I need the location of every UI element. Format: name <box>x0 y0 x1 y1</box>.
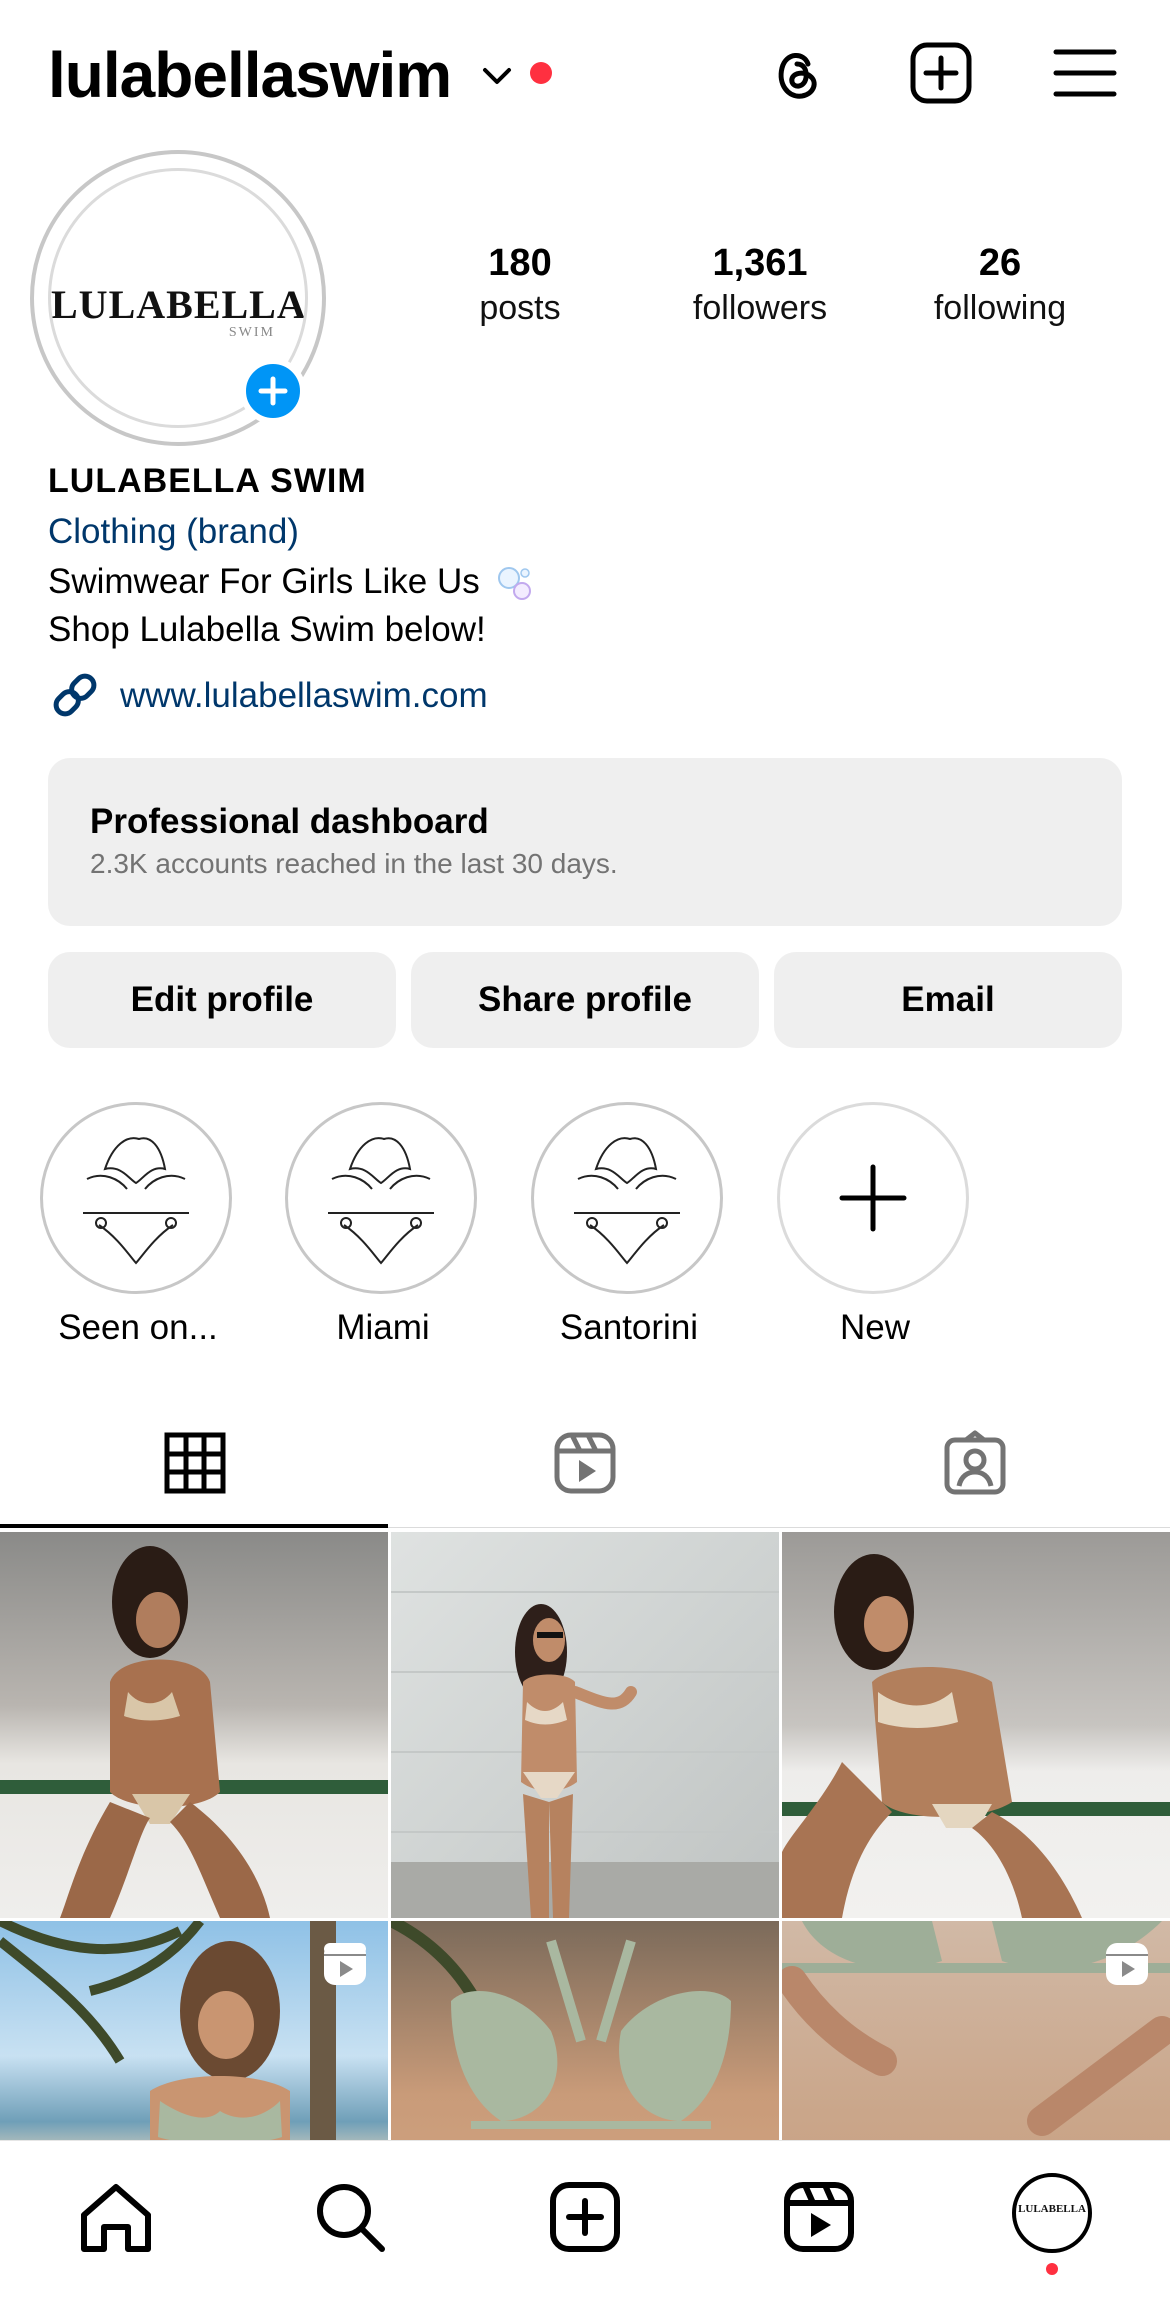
create-icon[interactable] <box>545 2177 625 2257</box>
tab-reels[interactable] <box>390 1400 780 1530</box>
profile-header: lulabellaswim <box>0 0 1170 150</box>
category-label[interactable]: Clothing (brand) <box>48 512 299 552</box>
share-profile-button[interactable]: Share profile <box>411 952 759 1048</box>
followers-number: 1,361 <box>712 242 808 284</box>
avatar-logo-text: LULABELLA <box>51 282 307 327</box>
post-thumbnail[interactable] <box>782 1921 1170 2140</box>
post-thumbnail[interactable] <box>391 1921 779 2140</box>
new-highlight-button <box>777 1102 969 1294</box>
nav-avatar-logo: LULABELLA <box>1018 2203 1086 2215</box>
highlight-santorini[interactable]: Santorini <box>531 1102 727 1348</box>
highlight-label: Seen on... <box>58 1308 218 1347</box>
highlight-label: Miami <box>336 1308 430 1347</box>
highlight-label: New <box>839 1308 911 1347</box>
posts-label: posts <box>479 289 561 327</box>
bikini-sketch-icon <box>328 1137 434 1265</box>
highlight-cover <box>531 1102 723 1294</box>
bikini-sketch-icon <box>574 1137 680 1265</box>
highlight-cover <box>40 1102 232 1294</box>
bubbles-emoji-icon <box>495 564 535 604</box>
dashboard-subtitle: 2.3K accounts reached in the last 30 day… <box>90 848 618 879</box>
following-label: following <box>933 289 1067 327</box>
reels-icon[interactable] <box>779 2177 859 2257</box>
bottom-navigation: LULABELLA <box>0 2140 1170 2306</box>
reels-icon <box>554 1432 616 1494</box>
full-name: LULABELLA SWIM <box>48 462 367 500</box>
highlight-new[interactable]: New <box>777 1102 973 1348</box>
grid-icon <box>164 1432 226 1494</box>
bio-text-1: Swimwear For Girls Like Us <box>48 562 480 601</box>
tagged-icon <box>944 1430 1006 1495</box>
link-icon <box>53 673 97 717</box>
edit-profile-button[interactable]: Edit profile <box>48 952 396 1048</box>
active-tab-indicator <box>0 1524 388 1528</box>
post-thumbnail[interactable] <box>0 1921 388 2140</box>
plus-icon <box>258 376 288 406</box>
website-url[interactable]: www.lulabellaswim.com <box>120 676 488 716</box>
highlight-cover <box>285 1102 477 1294</box>
plus-icon <box>839 1164 907 1232</box>
post-photo <box>782 1554 1170 1918</box>
posts-number: 180 <box>488 242 552 284</box>
profile-tab-avatar[interactable]: LULABELLA <box>1012 2173 1092 2253</box>
bio-text-2: Shop Lulabella Swim below! <box>48 610 486 649</box>
threads-icon[interactable] <box>764 40 830 106</box>
dashboard-title: Professional dashboard <box>90 802 489 841</box>
home-icon[interactable] <box>76 2177 156 2257</box>
tab-posts-grid[interactable] <box>0 1400 390 1530</box>
post-thumbnail[interactable] <box>391 1532 779 1918</box>
post-photo <box>391 1921 731 2129</box>
highlight-seen-on[interactable]: Seen on... <box>40 1102 236 1348</box>
active-profile-dot <box>1046 2263 1058 2275</box>
bio-line: Swimwear For Girls Like Us <box>48 560 535 604</box>
followers-count[interactable]: 1,361 followers <box>640 240 880 330</box>
email-button[interactable]: Email <box>774 952 1122 1048</box>
highlight-label: Santorini <box>559 1308 699 1347</box>
professional-dashboard[interactable]: Professional dashboard 2.3K accounts rea… <box>48 758 1122 926</box>
post-photo <box>0 1546 388 1918</box>
following-number: 26 <box>978 242 1022 284</box>
menu-icon[interactable] <box>1052 40 1118 106</box>
bikini-sketch-icon <box>83 1137 189 1265</box>
following-count[interactable]: 26 following <box>880 240 1120 330</box>
post-photo <box>391 1591 779 1918</box>
followers-label: followers <box>692 289 828 327</box>
posts-count[interactable]: 180 posts <box>400 240 640 330</box>
tab-tagged[interactable] <box>780 1400 1170 1530</box>
avatar-logo-subtext: SWIM <box>228 325 275 340</box>
username-title[interactable]: lulabellaswim <box>48 38 452 112</box>
reel-indicator-icon <box>1106 1943 1148 1985</box>
post-thumbnail[interactable] <box>0 1532 388 1918</box>
posts-grid <box>0 1532 1170 2140</box>
reel-indicator-icon <box>324 1943 366 1985</box>
post-thumbnail[interactable] <box>782 1532 1170 1918</box>
chevron-down-icon[interactable] <box>480 60 514 94</box>
highlight-miami[interactable]: Miami <box>285 1102 481 1348</box>
create-post-icon[interactable] <box>908 40 974 106</box>
search-icon[interactable] <box>310 2177 390 2257</box>
add-story-button[interactable] <box>240 358 306 424</box>
notification-dot <box>530 62 552 84</box>
